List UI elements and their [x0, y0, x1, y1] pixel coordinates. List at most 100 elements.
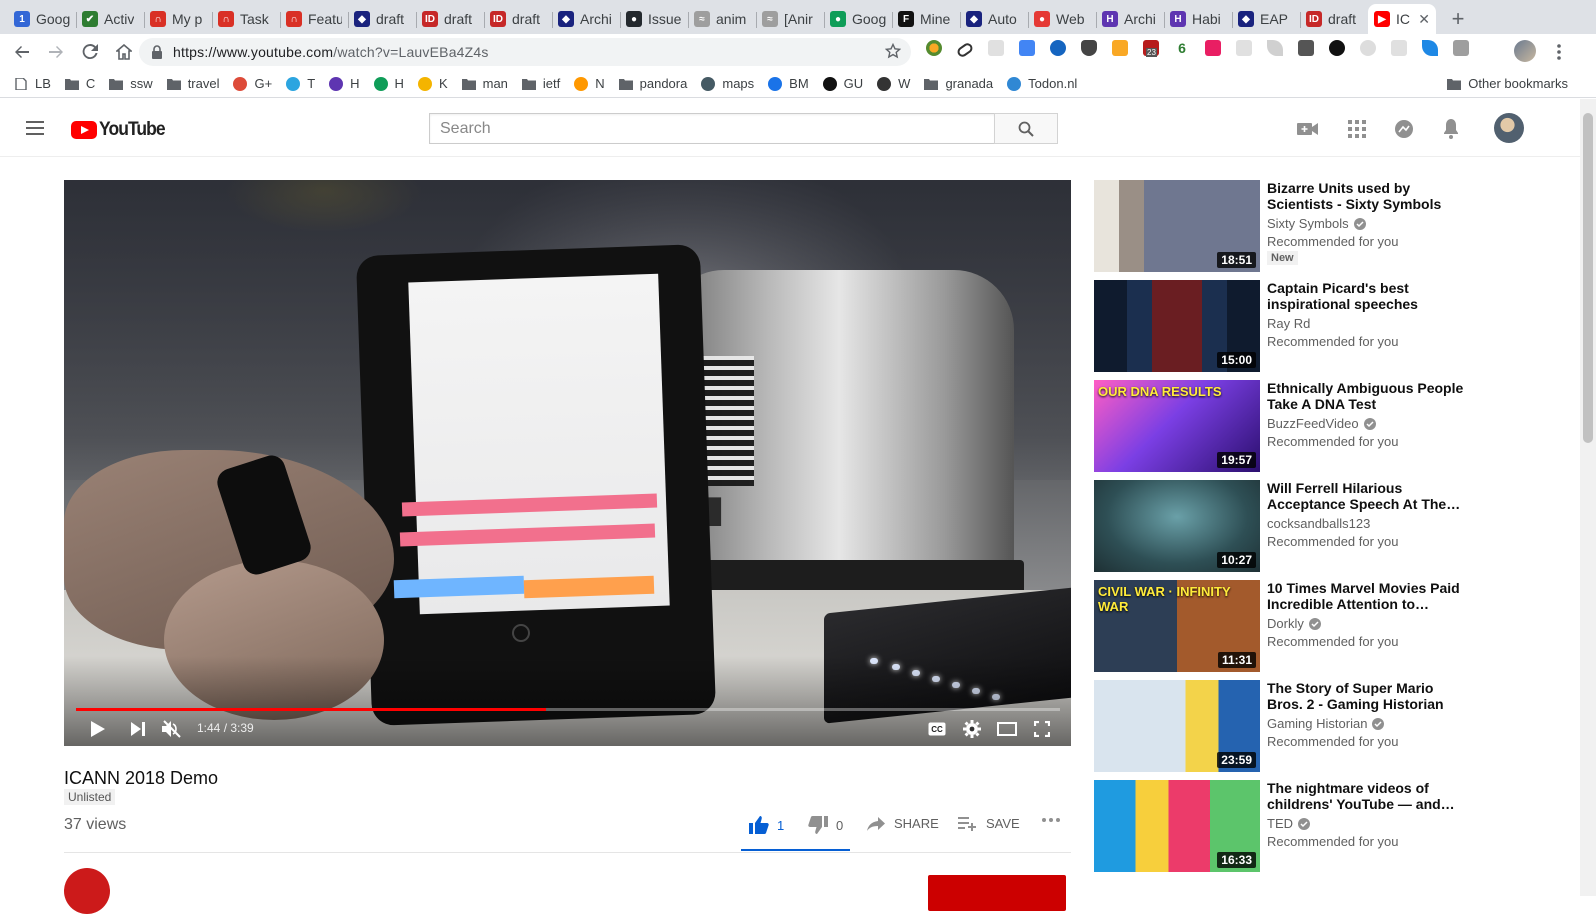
bookmark-item[interactable]: BM [768, 76, 809, 91]
extension-pen-icon[interactable] [1422, 40, 1438, 56]
channel-name[interactable]: cocksandballs123 [1267, 516, 1370, 531]
bookmark-item[interactable]: C [64, 76, 95, 91]
browser-menu-icon[interactable] [1550, 42, 1568, 62]
browser-tab[interactable]: ● Goog [824, 4, 892, 34]
browser-tab[interactable]: ◆ Auto [960, 4, 1028, 34]
extension-resize-icon[interactable] [1453, 40, 1469, 56]
bookmark-item[interactable]: LB [14, 76, 51, 91]
channel-avatar[interactable] [64, 868, 110, 914]
extension-dark-g-icon[interactable] [1329, 40, 1345, 56]
extension-grid-icon[interactable] [1236, 40, 1252, 56]
channel-name[interactable]: BuzzFeedVideo [1267, 416, 1376, 431]
recommended-video-title[interactable]: 10 Times Marvel Movies Paid Incredible A… [1267, 580, 1472, 612]
browser-tab[interactable]: H Habi [1164, 4, 1232, 34]
recommended-video-title[interactable]: Ethnically Ambiguous People Take A DNA T… [1267, 380, 1472, 412]
bookmark-item[interactable]: K [417, 76, 448, 91]
subscribe-button[interactable] [928, 875, 1066, 911]
more-actions-button[interactable] [1042, 818, 1060, 822]
video-thumbnail[interactable]: OUR DNA RESULTS 19:57 [1094, 380, 1260, 472]
extension-globe-icon[interactable] [1050, 40, 1066, 56]
search-button[interactable] [994, 113, 1058, 144]
settings-button[interactable] [962, 720, 982, 738]
browser-tab[interactable]: F Mine [892, 4, 960, 34]
extension-translate-icon[interactable] [1019, 40, 1035, 56]
browser-tab[interactable]: ◆ EAP [1232, 4, 1300, 34]
extension-fruit-icon[interactable] [926, 40, 942, 56]
bookmark-item[interactable]: H [373, 76, 404, 91]
channel-name[interactable]: TED [1267, 816, 1310, 831]
bookmark-item[interactable]: Todon.nl [1007, 76, 1077, 91]
video-thumbnail[interactable]: CIVIL WAR · INFINITY WAR 11:31 [1094, 580, 1260, 672]
browser-tab[interactable]: ≈ anim [688, 4, 756, 34]
video-progress-bar[interactable] [76, 708, 1060, 711]
recommended-video-title[interactable]: Bizarre Units used by Scientists - Sixty… [1267, 180, 1472, 212]
extension-card-icon[interactable] [1391, 40, 1407, 56]
address-bar[interactable]: https://www.youtube.com/watch?v=LauvEBa4… [139, 38, 911, 66]
browser-tab[interactable]: ≈ [Anir [756, 4, 824, 34]
video-thumbnail[interactable]: 18:51 [1094, 180, 1260, 272]
forward-button[interactable] [40, 36, 72, 68]
browser-tab[interactable]: ∩ My p [144, 4, 212, 34]
youtube-logo[interactable]: YouTube [71, 119, 170, 141]
like-button[interactable]: 1 [749, 816, 784, 834]
recommended-video[interactable]: OUR DNA RESULTS 19:57 Ethnically Ambiguous… [1094, 380, 1474, 472]
browser-tab[interactable]: ID draft [416, 4, 484, 34]
browser-tab[interactable]: ∩ Task [212, 4, 280, 34]
bookmark-item[interactable]: pandora [618, 76, 687, 91]
page-scrollbar[interactable] [1580, 99, 1596, 896]
recommended-video[interactable]: 15:00 Captain Picard's best inspirational… [1094, 280, 1474, 372]
recommended-video[interactable]: 16:33 The nightmare videos of childrens' … [1094, 780, 1474, 872]
browser-tab[interactable]: 1 Goog [8, 4, 76, 34]
browser-tab[interactable]: ✔ Activ [76, 4, 144, 34]
browser-tab[interactable]: ● Issue [620, 4, 688, 34]
recommended-video-title[interactable]: The nightmare videos of childrens' YouTu… [1267, 780, 1472, 812]
browser-tab[interactable]: ◆ Archi [552, 4, 620, 34]
create-video-icon[interactable] [1297, 118, 1319, 140]
mute-button[interactable] [162, 720, 182, 738]
account-avatar[interactable] [1494, 113, 1524, 143]
recommended-video[interactable]: CIVIL WAR · INFINITY WAR 11:31 10 Times Ma… [1094, 580, 1474, 672]
new-tab-button[interactable]: + [1444, 4, 1472, 34]
bookmark-star-icon[interactable] [885, 43, 901, 59]
notifications-bell-icon[interactable] [1440, 118, 1462, 140]
back-button[interactable] [6, 36, 38, 68]
video-player[interactable]: ▮ [64, 180, 1071, 746]
bookmark-item[interactable]: granada [924, 76, 993, 91]
close-tab-icon[interactable]: ✕ [1418, 11, 1430, 28]
bookmark-item[interactable]: man [461, 76, 508, 91]
save-button[interactable]: SAVE [958, 816, 1020, 831]
next-video-button[interactable] [128, 720, 148, 738]
captions-button[interactable]: CC [926, 720, 948, 738]
bookmark-item[interactable]: H [329, 76, 360, 91]
video-thumbnail[interactable]: 23:59 [1094, 680, 1260, 772]
messages-icon[interactable] [1393, 118, 1415, 140]
extension-lock-icon[interactable] [1112, 40, 1128, 56]
video-thumbnail[interactable]: 16:33 [1094, 780, 1260, 872]
guide-menu-icon[interactable] [26, 121, 44, 135]
recommended-video[interactable]: 18:51 Bizarre Units used by Scientists - … [1094, 180, 1474, 272]
dislike-button[interactable]: 0 [808, 816, 843, 834]
play-button[interactable] [88, 720, 108, 738]
recommended-video-title[interactable]: Captain Picard's best inspirational spee… [1267, 280, 1472, 312]
scrollbar-thumb[interactable] [1583, 113, 1593, 443]
browser-tab[interactable]: H Archi [1096, 4, 1164, 34]
browser-tab[interactable]: ∩ Featu [280, 4, 348, 34]
fullscreen-button[interactable] [1032, 720, 1052, 738]
browser-tab[interactable]: ID draft [484, 4, 552, 34]
recommended-video[interactable]: 10:27 Will Ferrell Hilarious Acceptance S… [1094, 480, 1474, 572]
recommended-video[interactable]: 23:59 The Story of Super Mario Bros. 2 - … [1094, 680, 1474, 772]
bookmark-item[interactable]: G+ [233, 76, 272, 91]
video-thumbnail[interactable]: 10:27 [1094, 480, 1260, 572]
bookmark-item[interactable]: travel [166, 76, 219, 91]
bookmark-item[interactable]: ssw [109, 76, 153, 91]
channel-name[interactable]: Gaming Historian [1267, 716, 1385, 731]
browser-tab[interactable]: ◆ draft [348, 4, 416, 34]
reload-button[interactable] [74, 36, 106, 68]
extension-record-icon[interactable] [1205, 40, 1221, 56]
browser-tab[interactable]: ID draft [1300, 4, 1368, 34]
bookmark-item[interactable]: GU [822, 76, 863, 91]
theater-mode-button[interactable] [996, 720, 1018, 738]
other-bookmarks-folder[interactable]: Other bookmarks [1447, 76, 1568, 91]
bookmark-item[interactable]: W [877, 76, 910, 91]
channel-name[interactable]: Dorkly [1267, 616, 1321, 631]
